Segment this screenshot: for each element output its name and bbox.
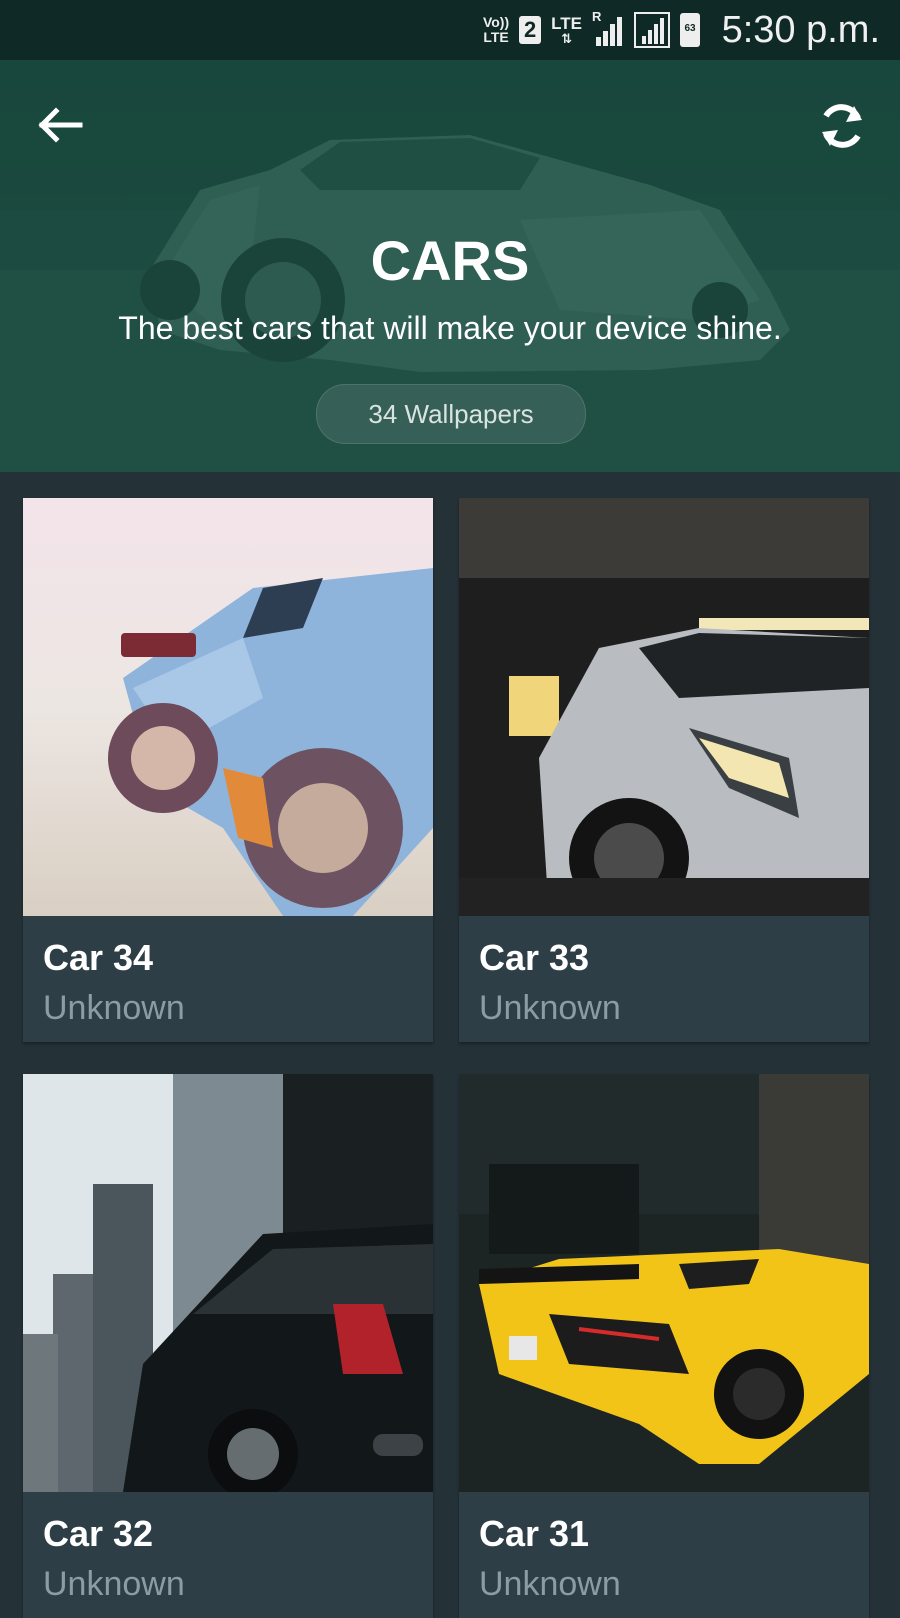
battery-level: 63 (684, 23, 696, 34)
category-subtitle: The best cars that will make your device… (118, 310, 782, 346)
wallpaper-card[interactable]: Car 33 Unknown (459, 498, 869, 1042)
status-time: 5:30 p.m. (721, 9, 880, 51)
sim-slot-icon: 2 (519, 16, 542, 44)
wallpaper-author: Unknown (43, 989, 185, 1027)
wallpaper-card[interactable]: Car 32 Unknown (23, 1074, 433, 1618)
wallpaper-name: Car 33 (479, 937, 590, 978)
wallpaper-name: Car 34 (43, 937, 154, 978)
roaming-label: R (592, 9, 602, 24)
signal-icon (634, 12, 670, 48)
volte-icon: Vo)) LTE (483, 15, 509, 45)
status-icons: Vo)) LTE 2 LTE ⇅ R 63 (483, 9, 700, 50)
volte-top-label: Vo)) (482, 14, 510, 30)
refresh-button[interactable] (814, 96, 870, 156)
wallpaper-author: Unknown (479, 989, 621, 1027)
volte-bottom-label: LTE (483, 29, 509, 45)
wallpaper-card[interactable]: Car 34 Unknown (23, 498, 433, 1042)
back-button[interactable] (30, 100, 90, 150)
wallpaper-count-badge: 34 Wallpapers (316, 384, 586, 444)
wallpaper-thumbnail (23, 1074, 433, 1492)
wallpaper-thumbnail (23, 498, 433, 916)
signal-roaming-icon: R (592, 9, 624, 47)
wallpaper-thumbnail (459, 1074, 869, 1492)
arrow-left-icon (38, 107, 83, 143)
wallpaper-caption: Car 33 Unknown (459, 916, 869, 1042)
lte-label: LTE (551, 14, 582, 33)
wallpaper-author: Unknown (479, 1565, 621, 1603)
wallpaper-caption: Car 31 Unknown (459, 1492, 869, 1618)
refresh-icon (822, 104, 862, 148)
category-title: CARS (370, 229, 530, 292)
lte-icon: LTE ⇅ (551, 14, 582, 46)
wallpaper-name: Car 31 (479, 1513, 590, 1554)
battery-icon: 63 (680, 13, 700, 47)
category-header: CARS The best cars that will make your d… (0, 60, 900, 472)
wallpaper-card[interactable]: Car 31 Unknown (459, 1074, 869, 1618)
status-bar: Vo)) LTE 2 LTE ⇅ R 63 5:30 p.m. (0, 0, 900, 60)
wallpaper-thumbnail (459, 498, 869, 916)
wallpaper-name: Car 32 (43, 1513, 154, 1554)
wallpaper-author: Unknown (43, 1565, 185, 1603)
wallpaper-caption: Car 34 Unknown (23, 916, 433, 1042)
wallpaper-caption: Car 32 Unknown (23, 1492, 433, 1618)
